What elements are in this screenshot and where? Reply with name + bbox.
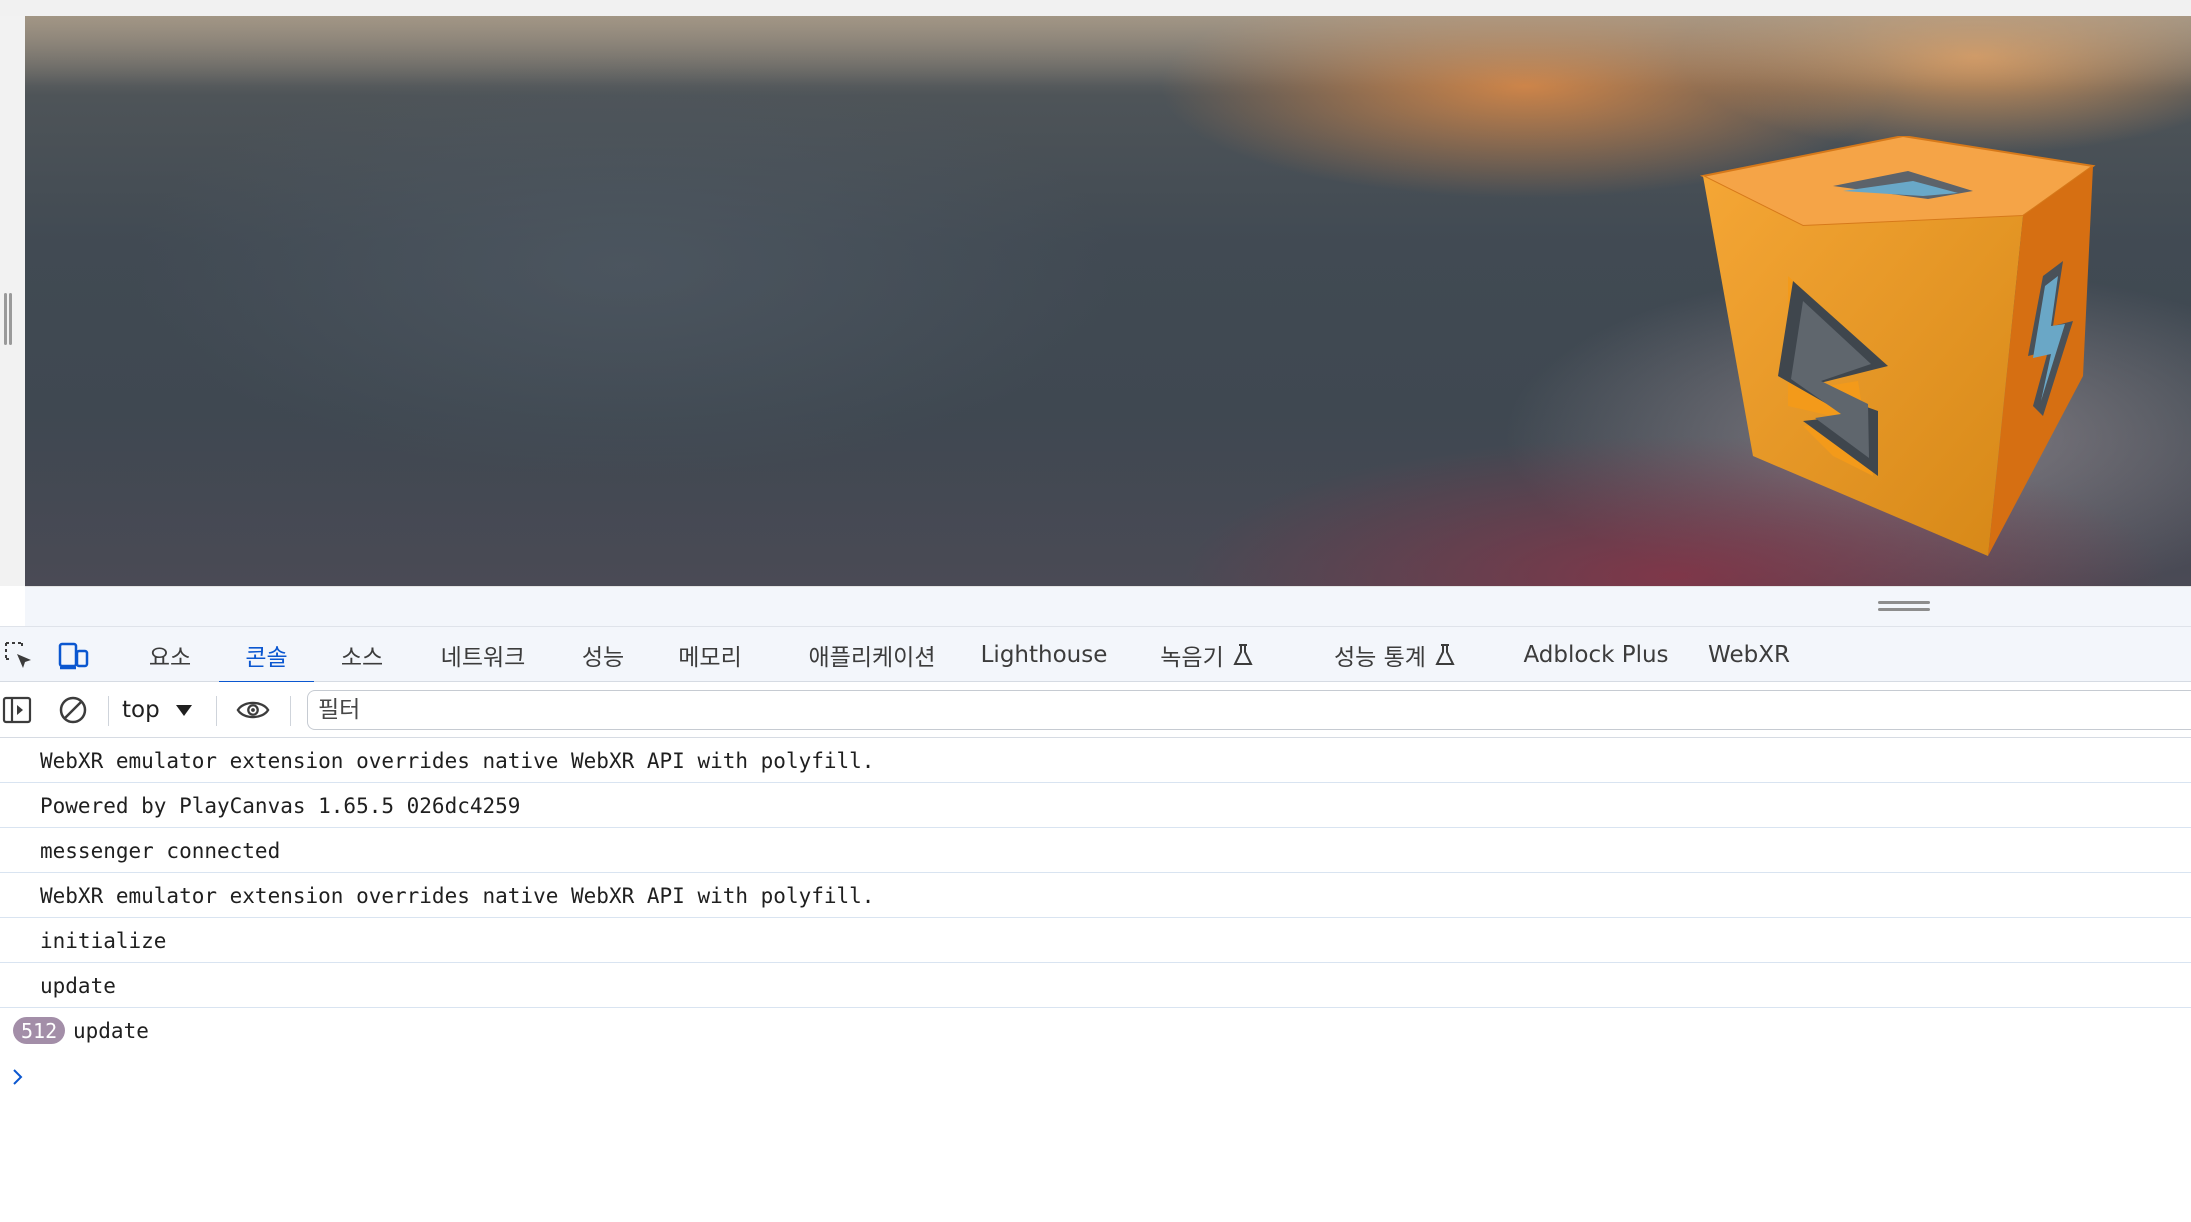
tab-elements[interactable]: 요소	[130, 627, 210, 683]
console-toolbar: top	[0, 682, 2191, 738]
eye-icon[interactable]	[236, 693, 270, 727]
playcanvas-cube	[1699, 136, 2096, 556]
side-resize-handle[interactable]	[4, 293, 12, 345]
devtools-panel: 요소 콘솔 소스 네트워크 성능 메모리 애플리케이션 Lighthouse 녹…	[0, 626, 2191, 1222]
toolbar-separator	[216, 696, 217, 726]
flask-icon	[1434, 643, 1456, 667]
console-message-text: update	[73, 1018, 149, 1043]
tab-sources[interactable]: 소스	[322, 627, 402, 683]
flask-icon	[1232, 643, 1254, 667]
console-message: update	[0, 963, 2191, 1008]
inspect-element-icon[interactable]	[2, 639, 36, 673]
tab-memory[interactable]: 메모리	[660, 627, 760, 683]
console-message-text: initialize	[40, 928, 167, 953]
console-message-text: messenger connected	[40, 838, 281, 863]
playcanvas-canvas[interactable]	[25, 16, 2191, 586]
clear-console-icon[interactable]	[56, 693, 90, 727]
tab-performance[interactable]: 성능	[563, 627, 643, 683]
resize-grip[interactable]	[1878, 601, 1930, 611]
toolbar-separator	[108, 696, 109, 726]
context-selector-label: top	[122, 697, 160, 723]
console-prompt-chevron-icon[interactable]	[8, 1064, 28, 1090]
console-message-text: update	[40, 973, 116, 998]
console-message: Powered by PlayCanvas 1.65.5 026dc4259	[0, 783, 2191, 828]
devtools-tabbar: 요소 콘솔 소스 네트워크 성능 메모리 애플리케이션 Lighthouse 녹…	[0, 626, 2191, 684]
tab-webxr[interactable]: WebXR	[1704, 627, 1794, 683]
repeat-count-badge: 512	[13, 1017, 66, 1044]
left-gutter	[0, 16, 25, 586]
tab-performance-insights[interactable]: 성능 통계	[1320, 627, 1470, 683]
console-message: WebXR emulator extension overrides nativ…	[0, 738, 2191, 783]
console-message-text: WebXR emulator extension overrides nativ…	[40, 883, 875, 908]
console-message-text: Powered by PlayCanvas 1.65.5 026dc4259	[40, 793, 521, 818]
context-selector[interactable]: top	[122, 692, 192, 728]
sidebar-toggle-icon[interactable]	[0, 693, 34, 727]
tab-recorder[interactable]: 녹음기	[1142, 627, 1272, 683]
tab-performance-insights-label: 성능 통계	[1334, 645, 1426, 671]
caret-down-icon	[175, 704, 192, 716]
tab-network[interactable]: 네트워크	[418, 627, 548, 683]
background-blur	[25, 16, 2191, 86]
devtools-resize-bar[interactable]	[25, 586, 2191, 626]
filter-input[interactable]	[307, 690, 2191, 730]
console-message: WebXR emulator extension overrides nativ…	[0, 873, 2191, 918]
browser-window: 요소 콘솔 소스 네트워크 성능 메모리 애플리케이션 Lighthouse 녹…	[0, 0, 2191, 1222]
top-strip	[0, 0, 2191, 16]
console-message: initialize	[0, 918, 2191, 963]
console-messages: WebXR emulator extension overrides nativ…	[0, 738, 2191, 1222]
tab-console[interactable]: 콘솔	[219, 627, 314, 684]
tab-recorder-label: 녹음기	[1160, 645, 1224, 671]
console-message-text: WebXR emulator extension overrides nativ…	[40, 748, 875, 773]
console-message: messenger connected	[0, 828, 2191, 873]
tab-application[interactable]: 애플리케이션	[782, 627, 962, 683]
console-message-repeated: 512 update	[0, 1008, 2191, 1053]
tab-lighthouse[interactable]: Lighthouse	[976, 627, 1112, 683]
toolbar-separator	[290, 696, 291, 726]
tab-adblock-plus[interactable]: Adblock Plus	[1520, 627, 1672, 683]
device-toolbar-icon[interactable]	[56, 639, 90, 673]
